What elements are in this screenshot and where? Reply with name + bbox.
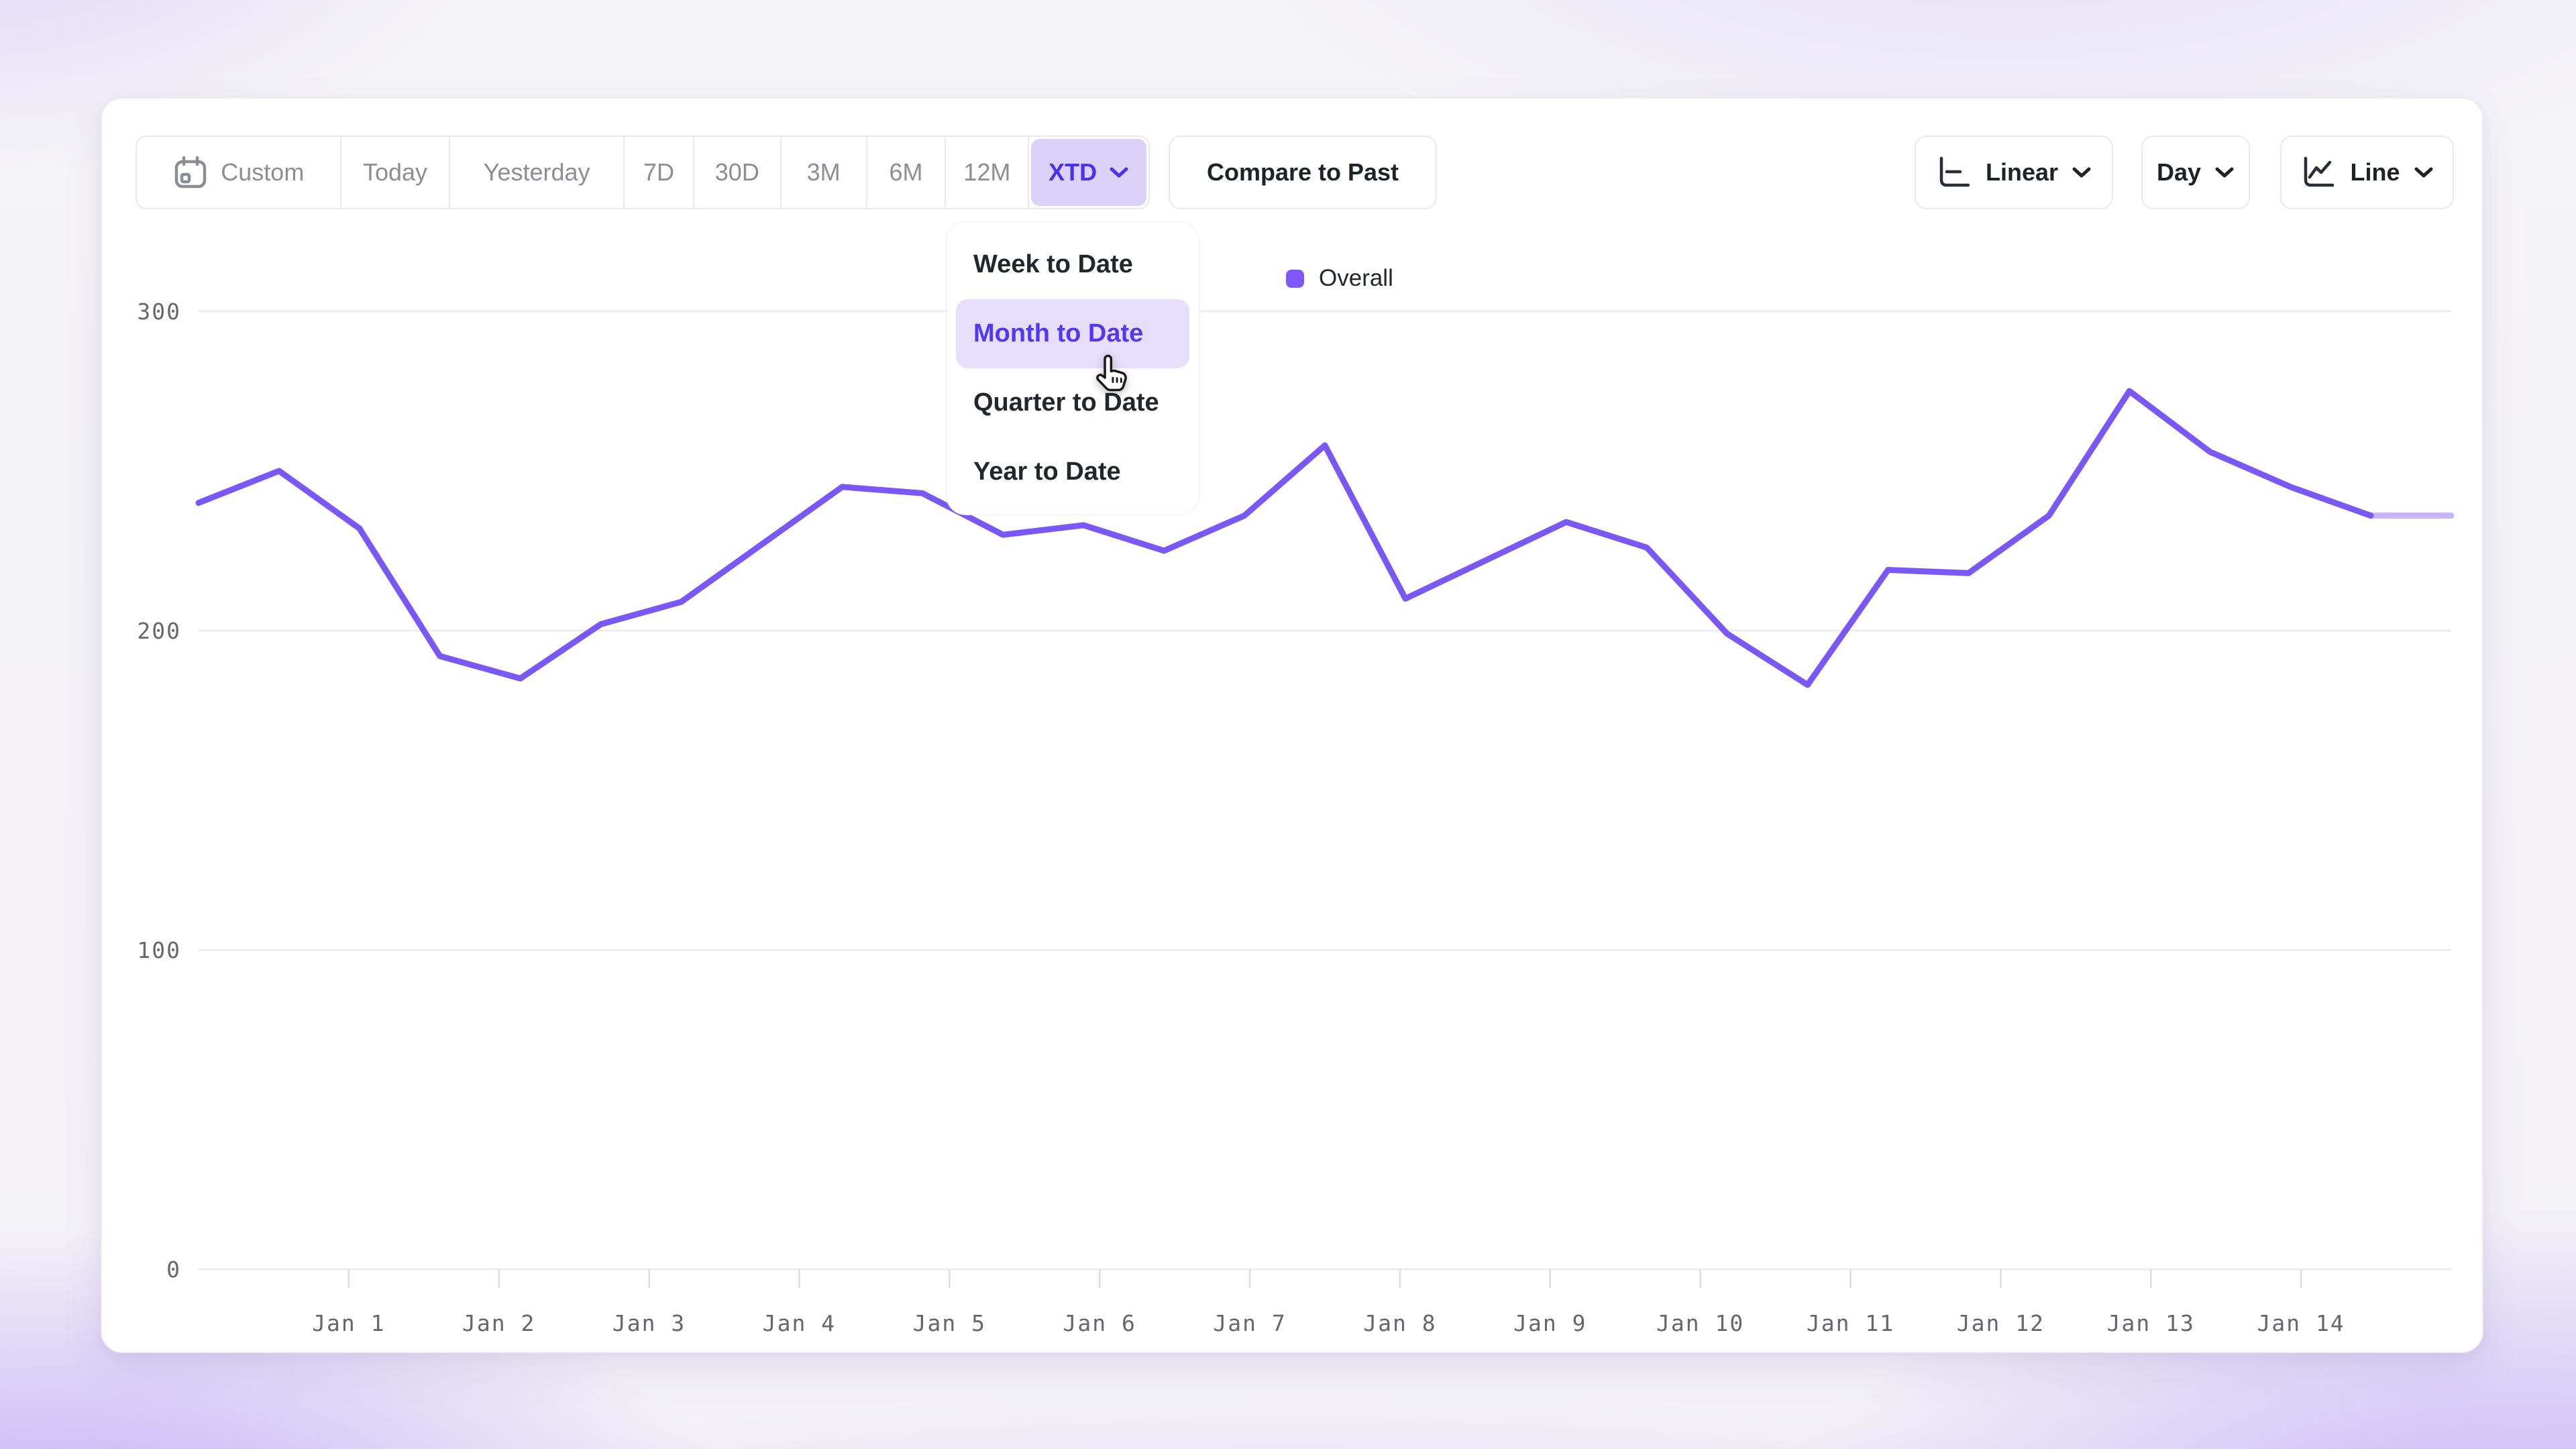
scale-dropdown-label: Linear (1986, 158, 2058, 186)
linear-scale-icon (1936, 154, 1972, 191)
chart-type-dropdown-button[interactable]: Line (2280, 136, 2454, 209)
granularity-dropdown-button[interactable]: Day (2141, 136, 2250, 209)
legend-swatch-overall (1286, 270, 1304, 288)
range-30d-button[interactable]: 30D (693, 137, 780, 208)
menu-item-year-to-date[interactable]: Year to Date (947, 437, 1199, 506)
x-axis-tick-label: Jan 8 (1363, 1310, 1436, 1336)
legend-label-overall: Overall (1319, 265, 1393, 292)
x-axis-tick-label: Jan 12 (1957, 1310, 2045, 1336)
compare-to-past-label: Compare to Past (1207, 158, 1399, 186)
x-axis-tick-label: Jan 7 (1213, 1310, 1286, 1336)
compare-to-past-button[interactable]: Compare to Past (1169, 136, 1437, 209)
granularity-dropdown-label: Day (2157, 158, 2201, 186)
chevron-down-icon (2072, 166, 2092, 179)
range-xtd-button[interactable]: XTD (1028, 137, 1148, 208)
x-axis-tick-label: Jan 9 (1513, 1310, 1587, 1336)
x-axis-tick-label: Jan 11 (1807, 1310, 1894, 1336)
scale-dropdown-button[interactable]: Linear (1915, 136, 2113, 209)
range-3m-label: 3M (807, 158, 841, 186)
x-axis-tick-label: Jan 6 (1063, 1310, 1136, 1336)
date-range-group: Custom Today Yesterday 7D 30D 3M 6M 12M … (136, 136, 1150, 209)
menu-item-label: Year to Date (973, 458, 1121, 486)
y-axis-tick-label: 0 (166, 1256, 181, 1283)
chart-legend: Overall (1286, 265, 1393, 292)
line-chart-icon (2300, 154, 2337, 191)
chevron-down-icon (2414, 166, 2434, 179)
calendar-icon (172, 154, 209, 191)
x-axis-tick-label: Jan 4 (763, 1310, 836, 1336)
x-axis-tick-label: Jan 1 (312, 1310, 385, 1336)
y-axis-tick-label: 200 (137, 618, 181, 644)
series-line-overall (199, 391, 2371, 685)
range-custom-label: Custom (221, 158, 304, 186)
xtd-dropdown-menu: Week to Date Month to Date Quarter to Da… (946, 221, 1199, 515)
chevron-down-icon (1109, 166, 1129, 179)
range-6m-button[interactable]: 6M (866, 137, 945, 208)
range-today-button[interactable]: Today (340, 137, 449, 208)
menu-item-month-to-date[interactable]: Month to Date (956, 299, 1189, 368)
menu-item-quarter-to-date[interactable]: Quarter to Date (947, 368, 1199, 437)
x-axis-tick-label: Jan 14 (2257, 1310, 2345, 1336)
x-axis-tick-label: Jan 13 (2107, 1310, 2195, 1336)
menu-item-week-to-date[interactable]: Week to Date (947, 230, 1199, 299)
range-12m-button[interactable]: 12M (945, 137, 1028, 208)
range-yesterday-label: Yesterday (484, 158, 590, 186)
y-axis-tick-label: 100 (137, 937, 181, 963)
menu-item-label: Month to Date (973, 319, 1143, 348)
x-axis-tick-label: Jan 10 (1656, 1310, 1744, 1336)
range-30d-label: 30D (715, 158, 759, 186)
x-axis-tick-label: Jan 3 (612, 1310, 686, 1336)
mouse-pointer-cursor (1093, 352, 1137, 396)
range-custom-button[interactable]: Custom (137, 137, 340, 208)
x-axis-tick-label: Jan 5 (913, 1310, 986, 1336)
range-6m-label: 6M (889, 158, 922, 186)
range-3m-button[interactable]: 3M (780, 137, 866, 208)
range-7d-button[interactable]: 7D (623, 137, 693, 208)
analytics-card: 0 100 200 300 Jan 1 Jan 2 Jan 3 Jan 4 Jan 5 Jan 6… (101, 97, 2483, 1353)
range-today-label: Today (363, 158, 427, 186)
chevron-down-icon (2214, 166, 2235, 179)
range-yesterday-button[interactable]: Yesterday (449, 137, 623, 208)
chart-type-dropdown-label: Line (2350, 158, 2400, 186)
y-axis-tick-label: 300 (137, 299, 181, 325)
range-xtd-label: XTD (1049, 158, 1097, 186)
menu-item-label: Week to Date (973, 250, 1133, 279)
x-axis-tick-label: Jan 2 (462, 1310, 535, 1336)
range-7d-label: 7D (643, 158, 674, 186)
range-12m-label: 12M (963, 158, 1010, 186)
